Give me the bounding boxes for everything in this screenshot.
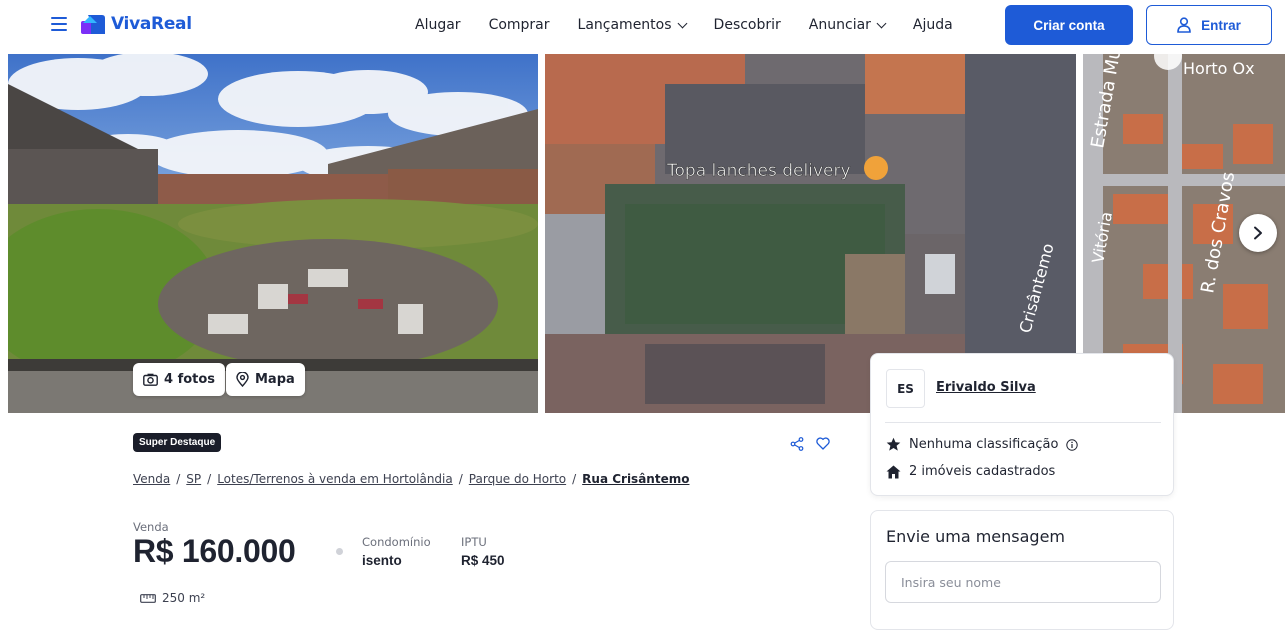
map-button[interactable]: Mapa (226, 363, 305, 396)
breadcrumb-category[interactable]: Lotes/Terrenos à venda em Hortolândia (217, 472, 453, 486)
nav-alugar[interactable]: Alugar (415, 17, 461, 33)
area-info: 250 m² (140, 591, 205, 605)
main-photo[interactable] (8, 54, 538, 413)
advertiser-name[interactable]: Erivaldo Silva (936, 380, 1036, 395)
message-card: Envie uma mensagem (870, 510, 1174, 630)
map-label: Mapa (255, 372, 295, 387)
login-button[interactable]: Entrar (1146, 5, 1272, 45)
main-nav: Alugar Comprar Lançamentos Descobrir Anu… (415, 17, 953, 33)
share-icon[interactable] (790, 437, 804, 451)
location-pin-icon (236, 372, 249, 387)
chevron-right-icon (1254, 226, 1262, 240)
nav-descobrir[interactable]: Descobrir (714, 17, 781, 33)
breadcrumb-separator: / (176, 472, 181, 486)
divider (885, 422, 1161, 423)
nav-label: Anunciar (808, 17, 871, 33)
breadcrumb-separator: / (207, 472, 212, 486)
condo-label: Condomínio (362, 535, 431, 549)
chevron-down-icon (876, 18, 887, 28)
create-account-button[interactable]: Criar conta (1005, 5, 1133, 45)
info-icon[interactable] (1066, 438, 1079, 451)
ruler-icon (140, 593, 156, 603)
favorite-heart-icon[interactable] (816, 437, 830, 450)
condo-value: isento (362, 553, 402, 568)
map-place-label: Topa lanches delivery (666, 161, 851, 181)
star-icon (886, 437, 901, 451)
login-label: Entrar (1201, 17, 1241, 33)
brand-logo[interactable]: VivaReal (81, 14, 192, 34)
top-header: VivaReal Alugar Comprar Lançamentos Desc… (0, 0, 1285, 52)
nav-anunciar[interactable]: Anunciar (808, 17, 887, 33)
breadcrumb-neighborhood[interactable]: Parque do Horto (469, 472, 566, 486)
nav-label: Ajuda (912, 17, 953, 33)
photos-label: 4 fotos (164, 372, 216, 387)
super-highlight-badge: Super Destaque (133, 433, 222, 452)
advertiser-card: ES Erivaldo Silva Nenhuma classificação … (870, 353, 1174, 496)
listings-count-row: 2 imóveis cadastrados (886, 464, 1055, 479)
nav-label: Comprar (488, 17, 550, 33)
house-logo-icon (81, 15, 105, 34)
iptu-value: R$ 450 (461, 553, 505, 568)
next-photo-button[interactable] (1239, 214, 1277, 252)
lot-photo-image (8, 54, 538, 413)
menu-icon[interactable] (51, 17, 67, 31)
brand-name: VivaReal (111, 14, 192, 34)
message-title: Envie uma mensagem (886, 527, 1066, 546)
rating-text: Nenhuma classificação (909, 437, 1059, 452)
breadcrumb-venda[interactable]: Venda (133, 472, 170, 486)
listings-count-text: 2 imóveis cadastrados (909, 464, 1056, 479)
nav-label: Alugar (415, 17, 461, 33)
nav-ajuda[interactable]: Ajuda (913, 17, 953, 33)
sale-type-label: Venda (133, 520, 169, 534)
home-icon (886, 465, 901, 478)
separator-dot (336, 548, 343, 555)
iptu-label: IPTU (461, 535, 487, 549)
breadcrumb-separator: / (572, 472, 577, 486)
breadcrumb: Venda / SP / Lotes/Terrenos à venda em Hor… (133, 472, 689, 486)
photos-button[interactable]: 4 fotos (133, 363, 226, 396)
nav-comprar[interactable]: Comprar (489, 17, 550, 33)
advertiser-avatar: ES (886, 369, 925, 408)
nav-lancamentos[interactable]: Lançamentos (577, 17, 687, 33)
breadcrumb-current[interactable]: Rua Crisântemo (582, 472, 689, 486)
user-icon (1177, 17, 1191, 33)
nav-label: Lançamentos (577, 17, 672, 33)
rating-row: Nenhuma classificação (886, 437, 1079, 452)
map-area-label: Horto Ox (1183, 59, 1255, 78)
camera-icon (143, 373, 158, 386)
price-value: R$ 160.000 (133, 533, 296, 569)
area-value: 250 m² (162, 591, 206, 605)
nav-label: Descobrir (713, 17, 781, 33)
chevron-down-icon (677, 18, 687, 28)
breadcrumb-separator: / (458, 472, 463, 486)
breadcrumb-sp[interactable]: SP (186, 472, 201, 486)
name-input[interactable] (885, 561, 1161, 603)
